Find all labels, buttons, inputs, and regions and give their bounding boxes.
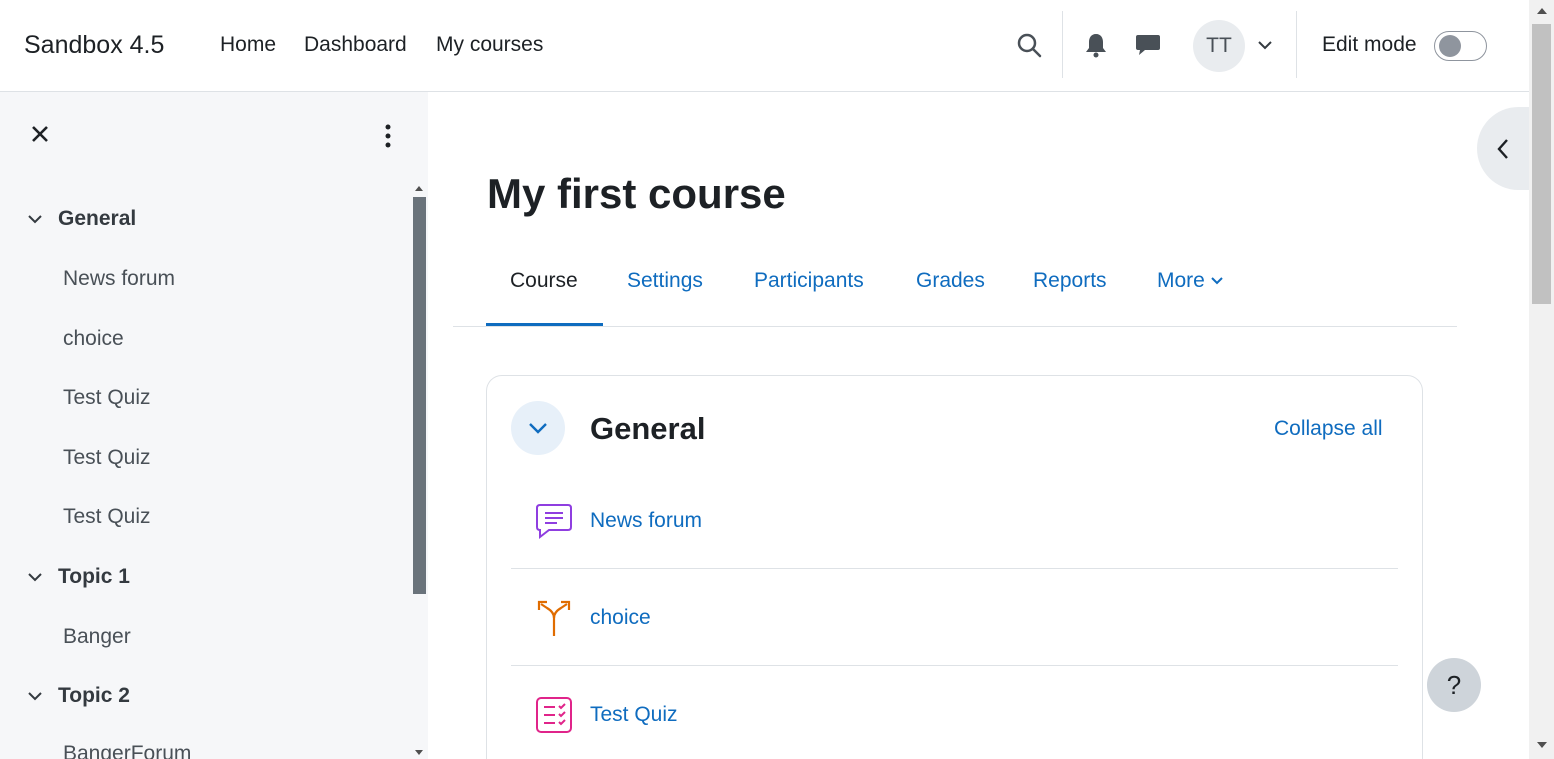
drawer-scrollbar-thumb[interactable] [413, 197, 426, 594]
choice-icon [534, 598, 574, 638]
course-index-section-general[interactable]: General [26, 207, 136, 231]
nav-dashboard-link[interactable]: Dashboard [304, 33, 407, 57]
nav-my-courses-link[interactable]: My courses [436, 33, 543, 57]
section-title: General [590, 411, 706, 446]
chevron-down-icon [1211, 277, 1223, 285]
section-title: Topic 1 [58, 565, 130, 588]
course-section-card: General Collapse all News forum choice T… [486, 375, 1423, 759]
help-button[interactable]: ? [1427, 658, 1481, 712]
page-title: My first course [487, 170, 786, 217]
edit-mode-label: Edit mode [1322, 33, 1417, 56]
tab-more-label: More [1157, 269, 1205, 292]
kebab-menu-icon[interactable] [378, 122, 398, 150]
tab-course[interactable]: Course [510, 269, 578, 293]
tab-grades[interactable]: Grades [916, 269, 985, 293]
page-scrollbar[interactable] [1529, 0, 1554, 759]
section-title: Topic 2 [58, 684, 130, 707]
course-tabs: Course Settings Participants Grades Repo… [453, 248, 1457, 327]
scroll-up-arrow[interactable] [415, 186, 423, 191]
activity-choice[interactable]: choice [511, 569, 1398, 666]
quiz-icon [534, 695, 574, 735]
close-icon[interactable] [28, 122, 52, 146]
collapse-all-link[interactable]: Collapse all [1274, 417, 1383, 441]
tab-more[interactable]: More [1157, 269, 1224, 293]
navbar-divider [1062, 11, 1063, 78]
scroll-up-arrow[interactable] [1537, 8, 1547, 14]
tab-settings[interactable]: Settings [627, 269, 703, 293]
toggle-knob [1439, 35, 1461, 57]
section-title: General [58, 207, 137, 230]
chevron-down-icon [28, 692, 42, 701]
activity-link[interactable]: Test Quiz [590, 703, 678, 727]
nav-home-link[interactable]: Home [220, 33, 276, 57]
activity-test-quiz[interactable]: Test Quiz [511, 666, 1398, 759]
tab-participants[interactable]: Participants [754, 269, 864, 293]
chevron-down-icon [28, 215, 42, 224]
user-avatar[interactable]: TT [1193, 20, 1245, 72]
tab-reports[interactable]: Reports [1033, 269, 1107, 293]
navbar-divider [1296, 11, 1297, 78]
site-brand[interactable]: Sandbox 4.5 [24, 31, 164, 60]
scroll-down-arrow[interactable] [1537, 742, 1547, 748]
activity-link[interactable]: News forum [590, 509, 702, 533]
chevron-down-icon[interactable] [1250, 30, 1280, 60]
course-index-item[interactable]: News forum [63, 267, 175, 291]
bell-icon[interactable] [1081, 30, 1111, 60]
course-index-item[interactable]: Test Quiz [63, 386, 151, 410]
chevron-down-icon [28, 573, 42, 582]
forum-icon [534, 501, 574, 541]
course-index-section-topic-1[interactable]: Topic 1 [26, 565, 130, 589]
course-index-item[interactable]: BangerForum [63, 742, 191, 759]
page-scrollbar-thumb[interactable] [1532, 24, 1551, 304]
top-navbar: Sandbox 4.5 Home Dashboard My courses TT… [0, 0, 1529, 92]
activity-news-forum[interactable]: News forum [511, 472, 1398, 569]
course-index-drawer: General News forum choice Test Quiz Test… [0, 92, 428, 759]
drawer-scrollbar[interactable] [413, 184, 426, 758]
course-index-item[interactable]: Banger [63, 625, 131, 649]
chevron-left-icon [1497, 138, 1508, 159]
course-index-item[interactable]: Test Quiz [63, 446, 151, 470]
edit-mode-toggle[interactable] [1434, 31, 1487, 61]
chevron-down-icon [529, 423, 547, 434]
course-index-item[interactable]: Test Quiz [63, 505, 151, 529]
course-index-item[interactable]: choice [63, 327, 124, 351]
active-tab-indicator [486, 323, 603, 326]
activity-link[interactable]: choice [590, 606, 651, 630]
search-icon[interactable] [1014, 30, 1044, 60]
message-icon[interactable] [1133, 30, 1163, 60]
section-collapse-button[interactable] [511, 401, 565, 455]
scroll-down-arrow[interactable] [415, 750, 423, 755]
course-index-section-topic-2[interactable]: Topic 2 [26, 684, 130, 708]
